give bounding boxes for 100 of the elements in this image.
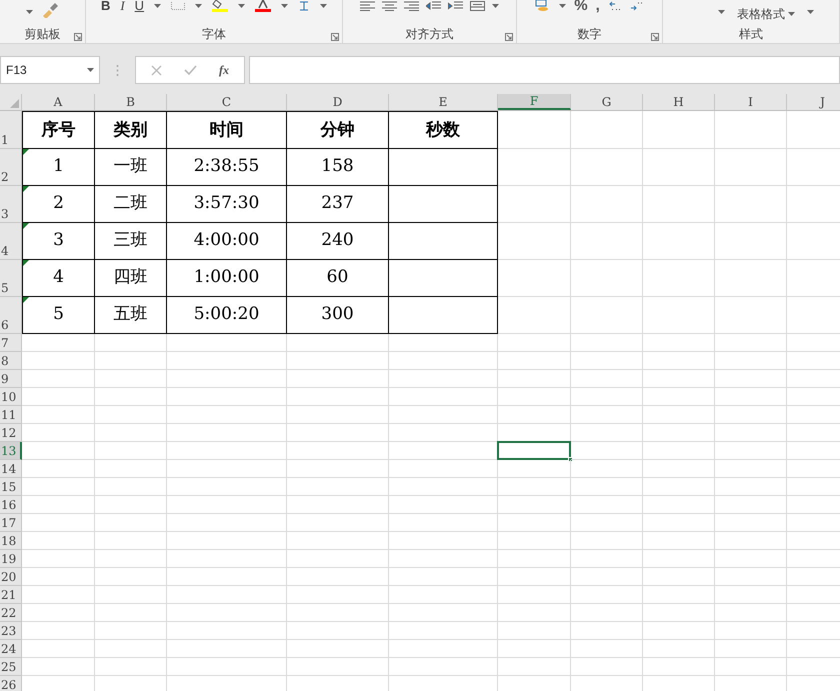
check-icon[interactable] bbox=[184, 65, 197, 75]
row-header[interactable]: 25 bbox=[0, 658, 22, 676]
font-style-button[interactable]: U bbox=[134, 0, 144, 12]
align-text-icon[interactable] bbox=[404, 1, 419, 11]
column-header[interactable]: I bbox=[715, 94, 787, 110]
grid-cell bbox=[95, 352, 167, 370]
increase-decimal-icon[interactable] bbox=[608, 1, 622, 11]
dialog-launcher-icon[interactable] bbox=[651, 33, 659, 41]
grid-cell bbox=[95, 658, 167, 676]
align-text-icon[interactable] bbox=[382, 1, 397, 11]
fill-color-icon[interactable] bbox=[212, 0, 228, 12]
grid-cell bbox=[715, 186, 787, 223]
dropdown-caret-icon[interactable] bbox=[320, 4, 328, 8]
row-header[interactable]: 13 bbox=[0, 442, 22, 460]
grid-cell bbox=[643, 586, 715, 604]
grid-cell bbox=[643, 604, 715, 622]
column-header[interactable]: C bbox=[167, 94, 287, 110]
row-header[interactable]: 16 bbox=[0, 496, 22, 514]
grid-cell bbox=[643, 496, 715, 514]
row-header[interactable]: 14 bbox=[0, 460, 22, 478]
row-header[interactable]: 21 bbox=[0, 586, 22, 604]
dropdown-caret-icon[interactable] bbox=[492, 4, 499, 8]
grid-cell bbox=[643, 260, 715, 297]
formula-input[interactable] bbox=[249, 56, 840, 84]
font-style-button[interactable]: I bbox=[120, 0, 125, 12]
name-box[interactable]: F13 bbox=[0, 56, 100, 84]
column-header[interactable]: H bbox=[643, 94, 715, 110]
grid-cell bbox=[715, 370, 787, 388]
dropdown-caret-icon[interactable] bbox=[788, 12, 795, 16]
insert-function-button[interactable]: fx bbox=[219, 61, 229, 79]
increase-indent-icon[interactable] bbox=[448, 1, 463, 11]
dropdown-caret-icon[interactable] bbox=[87, 68, 94, 72]
dropdown-caret-icon[interactable] bbox=[559, 4, 566, 8]
merge-cells-icon[interactable] bbox=[470, 1, 485, 11]
row-header[interactable]: 7 bbox=[0, 334, 22, 352]
format-as-table-button[interactable]: 表格格式 bbox=[737, 0, 795, 21]
column-header[interactable]: G bbox=[571, 94, 643, 110]
row-header[interactable]: 5 bbox=[0, 260, 22, 297]
dropdown-caret-icon[interactable] bbox=[807, 10, 814, 14]
row-header[interactable]: 17 bbox=[0, 514, 22, 532]
grid-cell bbox=[715, 406, 787, 424]
grid-cell bbox=[571, 352, 643, 370]
grid-cell bbox=[715, 550, 787, 568]
cell-value: 1:00:00 bbox=[194, 266, 260, 290]
grid-cell bbox=[643, 658, 715, 676]
dropdown-caret-icon[interactable] bbox=[238, 4, 246, 8]
row-header[interactable]: 11 bbox=[0, 406, 22, 424]
column-header[interactable]: A bbox=[22, 94, 95, 110]
grid-cell bbox=[571, 550, 643, 568]
row-header[interactable]: 26 bbox=[0, 676, 22, 691]
font-color-icon[interactable] bbox=[255, 0, 272, 12]
cell-value: 2:38:55 bbox=[194, 155, 260, 178]
row-header[interactable]: 8 bbox=[0, 352, 22, 370]
dialog-launcher-icon[interactable] bbox=[505, 33, 513, 41]
grid-cell bbox=[643, 370, 715, 388]
row-header[interactable]: 22 bbox=[0, 604, 22, 622]
row-header[interactable]: 2 bbox=[0, 149, 22, 186]
column-title: 秒数 bbox=[426, 119, 460, 142]
grid-cell bbox=[571, 568, 643, 586]
grid-cell bbox=[715, 260, 787, 297]
column-header[interactable]: D bbox=[287, 94, 389, 110]
decrease-decimal-icon[interactable] bbox=[630, 1, 644, 11]
dropdown-caret-icon[interactable] bbox=[26, 10, 33, 14]
cell-value: 158 bbox=[321, 155, 354, 178]
borders-icon[interactable] bbox=[171, 2, 186, 10]
decrease-indent-icon[interactable] bbox=[426, 1, 441, 11]
grid-cell bbox=[715, 478, 787, 496]
align-text-icon[interactable] bbox=[360, 1, 375, 11]
font-style-button[interactable]: B bbox=[100, 0, 110, 12]
row-header[interactable]: 1 bbox=[0, 111, 22, 149]
dialog-launcher-icon[interactable] bbox=[331, 33, 339, 41]
grid-cell bbox=[715, 424, 787, 442]
row-header[interactable]: 4 bbox=[0, 223, 22, 260]
row-header[interactable]: 18 bbox=[0, 532, 22, 550]
row-header[interactable]: 12 bbox=[0, 424, 22, 442]
dropdown-caret-icon[interactable] bbox=[281, 4, 288, 8]
column-header[interactable]: F bbox=[498, 94, 571, 110]
column-header[interactable]: J bbox=[787, 94, 840, 110]
row-header[interactable]: 24 bbox=[0, 640, 22, 658]
row-header[interactable]: 19 bbox=[0, 550, 22, 568]
dropdown-caret-icon[interactable] bbox=[154, 4, 162, 8]
dialog-launcher-icon[interactable] bbox=[74, 33, 82, 41]
row-header[interactable]: 3 bbox=[0, 186, 22, 223]
grid-cell bbox=[715, 496, 787, 514]
dropdown-caret-icon[interactable] bbox=[718, 10, 725, 14]
dropdown-caret-icon[interactable] bbox=[195, 4, 202, 8]
grid-cell bbox=[95, 514, 167, 532]
row-header[interactable]: 10 bbox=[0, 388, 22, 406]
row-header[interactable]: 6 bbox=[0, 297, 22, 334]
grid-cell bbox=[643, 550, 715, 568]
cell-value: 2 bbox=[53, 192, 64, 216]
number-format-button[interactable]: , bbox=[596, 0, 600, 12]
grid-cell bbox=[571, 149, 643, 186]
format-painter-icon[interactable] bbox=[41, 2, 59, 18]
row-header[interactable]: 20 bbox=[0, 568, 22, 586]
row-header[interactable]: 23 bbox=[0, 622, 22, 640]
column-header[interactable]: B bbox=[95, 94, 167, 110]
grid-cell bbox=[95, 532, 167, 550]
row-header[interactable]: 9 bbox=[0, 370, 22, 388]
row-header[interactable]: 15 bbox=[0, 478, 22, 496]
